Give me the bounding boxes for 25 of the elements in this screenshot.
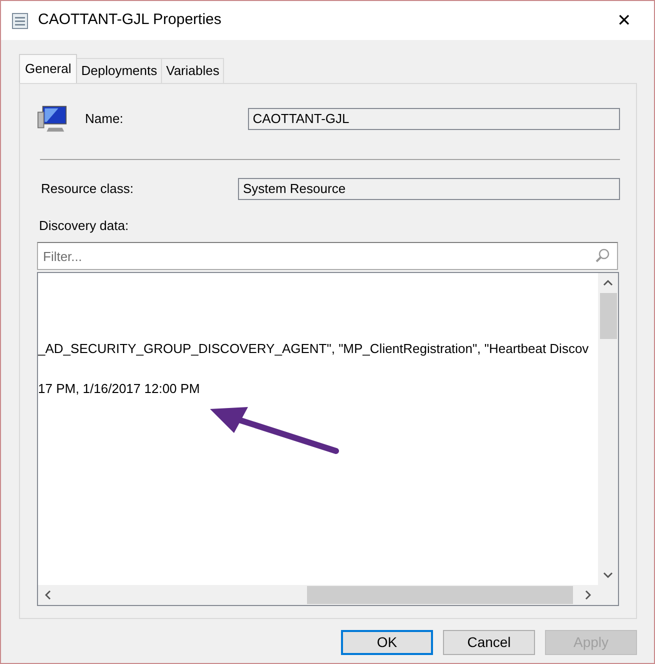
tab[interactable]: Variables bbox=[161, 58, 224, 82]
scroll-left-icon[interactable] bbox=[45, 590, 51, 600]
scrollbar-thumb[interactable] bbox=[600, 293, 616, 339]
data-line: 17 PM, 1/16/2017 12:00 PM bbox=[38, 381, 200, 396]
search-icon bbox=[595, 248, 610, 263]
vertical-scrollbar[interactable] bbox=[598, 273, 618, 585]
resource-class-field[interactable]: System Resource bbox=[238, 178, 620, 200]
field-label: Resource class: bbox=[41, 180, 134, 198]
name-field[interactable]: CAOTTANT-GJL bbox=[248, 108, 620, 130]
horizontal-scrollbar[interactable] bbox=[38, 585, 598, 605]
properties-icon bbox=[11, 12, 29, 30]
computer-icon bbox=[37, 104, 68, 134]
scroll-right-icon[interactable] bbox=[585, 590, 591, 600]
close-button[interactable]: ✕ bbox=[604, 6, 644, 36]
filter-field[interactable]: Filter... bbox=[37, 242, 618, 270]
data-line: _AD_SECURITY_GROUP_DISCOVERY_AGENT", "MP_ClientRegistration", "Heartbeat Discov bbox=[38, 341, 589, 356]
field-label: Name: bbox=[85, 110, 124, 128]
dialog-button[interactable]: OK bbox=[341, 630, 433, 654]
window-title: CAOTTANT-GJL Properties bbox=[38, 10, 222, 30]
tab[interactable]: General bbox=[19, 54, 78, 82]
scroll-down-icon[interactable] bbox=[603, 572, 613, 578]
scroll-up-icon[interactable] bbox=[603, 280, 613, 286]
scrollbar-thumb[interactable] bbox=[307, 586, 573, 604]
dialog-button[interactable]: Cancel bbox=[443, 630, 535, 654]
discovery-data-label: Discovery data: bbox=[39, 216, 130, 235]
